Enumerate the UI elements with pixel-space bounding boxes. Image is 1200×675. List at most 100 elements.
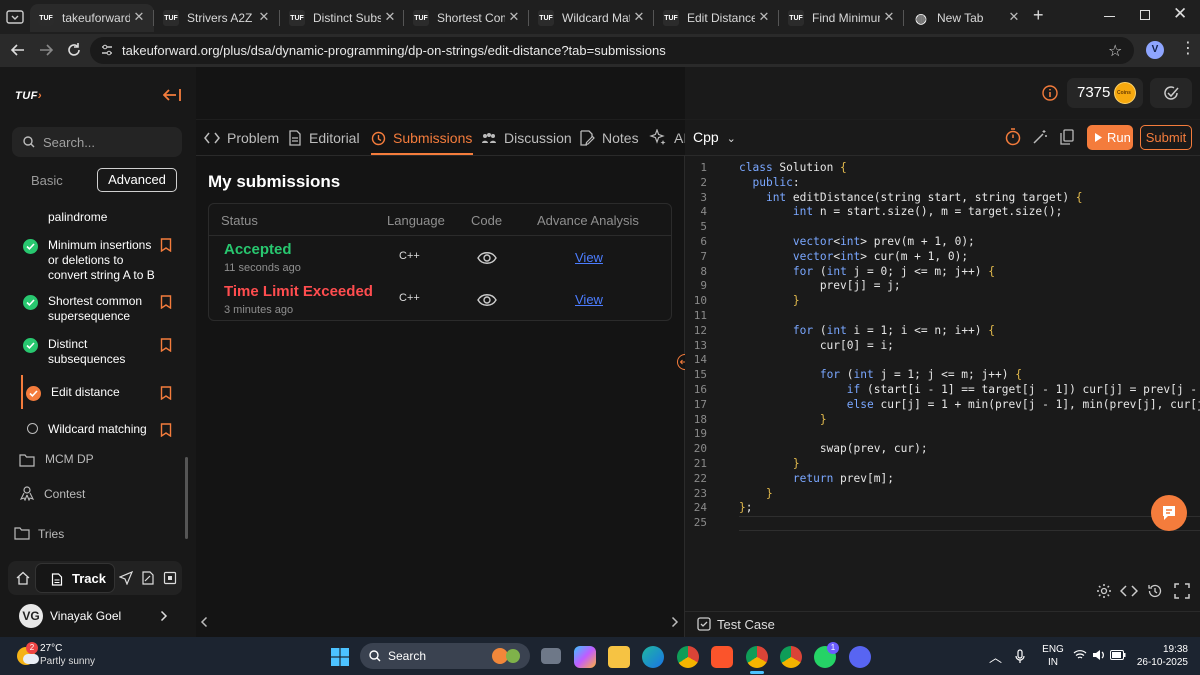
task-view-icon[interactable]	[541, 648, 561, 664]
sidebar-search-box[interactable]: Search...	[12, 127, 182, 157]
code-line[interactable]: vector<int> cur(m + 1, 0);	[739, 250, 968, 265]
code-line[interactable]: }	[739, 413, 827, 428]
magic-wand-icon[interactable]	[1032, 129, 1048, 145]
submit-button[interactable]: Submit	[1140, 125, 1192, 150]
settings-gear-icon[interactable]	[1096, 583, 1112, 599]
code-line[interactable]: class Solution {	[739, 161, 847, 176]
code-line[interactable]: for (int j = 0; j <= m; j++) {	[739, 265, 995, 280]
copilot-icon[interactable]	[574, 646, 596, 668]
bookmark-icon[interactable]	[160, 386, 172, 400]
code-format-icon[interactable]	[1120, 585, 1138, 597]
code-line[interactable]: public:	[739, 176, 799, 191]
minimize-button[interactable]	[1104, 16, 1115, 17]
tab-submissions[interactable]: Submissions	[371, 127, 472, 149]
timer-icon[interactable]	[1005, 128, 1021, 146]
bookmark-icon[interactable]	[160, 338, 172, 352]
view-analysis-link[interactable]: View	[575, 250, 603, 265]
browser-tab[interactable]: TUF Distinct Subseque✕	[281, 4, 405, 32]
copy-icon[interactable]	[1060, 129, 1074, 145]
browser-tab[interactable]: TUF Strivers A2Z DSA✕	[155, 4, 279, 32]
sidebar-item-wildcard-matching[interactable]: Wildcard matching	[48, 422, 158, 437]
user-avatar[interactable]: VG	[19, 604, 43, 628]
forward-icon[interactable]	[38, 42, 54, 58]
chrome-profile-icon[interactable]	[746, 646, 768, 668]
language-select[interactable]: Cpp ⌄	[693, 129, 736, 145]
user-name[interactable]: Vinayak Goel	[50, 609, 121, 623]
chevron-right-icon[interactable]	[160, 610, 168, 622]
address-bar[interactable]: takeuforward.org/plus/dsa/dynamic-progra…	[90, 37, 1134, 64]
wifi-icon[interactable]	[1073, 649, 1087, 661]
bookmark-icon[interactable]	[160, 295, 172, 309]
code-line[interactable]: if (start[i - 1] == target[j - 1]) cur[j…	[739, 383, 1200, 398]
brave-icon[interactable]	[711, 646, 733, 668]
close-tab-icon[interactable]: ✕	[1007, 10, 1021, 24]
browser-tab[interactable]: TUF Shortest Commo✕	[405, 4, 529, 32]
tab-ai[interactable]: AI	[649, 127, 687, 149]
fullscreen-icon[interactable]	[1174, 583, 1190, 599]
close-tab-icon[interactable]: ✕	[257, 10, 271, 24]
weather-widget[interactable]: 2 27°C Partly sunny	[14, 642, 124, 671]
code-line[interactable]: for (int j = 1; j <= m; j++) {	[739, 368, 1022, 383]
file-explorer-icon[interactable]	[608, 646, 630, 668]
browser-tab[interactable]: TUF takeuforward - B✕	[30, 4, 154, 32]
code-line[interactable]: vector<int> prev(m + 1, 0);	[739, 235, 975, 250]
tray-chevron-icon[interactable]: ︿	[989, 647, 1002, 666]
sidebar-item-min-insertions[interactable]: Minimum insertions or deletions to conve…	[48, 238, 158, 283]
clock[interactable]: 19:38 26-10-2025	[1128, 643, 1188, 669]
test-case-tab[interactable]: Test Case	[717, 617, 775, 632]
notes-icon[interactable]	[141, 571, 155, 585]
back-icon[interactable]	[10, 42, 26, 58]
run-button[interactable]: Run	[1087, 125, 1133, 150]
bookmark-icon[interactable]	[160, 238, 172, 252]
code-line[interactable]: cur[0] = i;	[739, 339, 894, 354]
mode-advanced-tab[interactable]: Advanced	[97, 168, 177, 192]
bookmark-icon[interactable]	[160, 423, 172, 437]
view-analysis-link[interactable]: View	[575, 292, 603, 307]
table-row[interactable]: Time Limit Exceeded 3 minutes ago C++ Vi…	[209, 278, 671, 320]
code-line[interactable]: swap(prev, cur);	[739, 442, 928, 457]
track-button[interactable]: Track	[35, 563, 115, 593]
volume-icon[interactable]	[1092, 649, 1106, 661]
history-icon[interactable]	[1147, 583, 1163, 599]
close-tab-icon[interactable]: ✕	[132, 10, 146, 24]
site-info-icon[interactable]	[100, 43, 114, 57]
code-line[interactable]: int n = start.size(), m = target.size();	[739, 205, 1062, 220]
status-accepted[interactable]: Accepted	[224, 241, 292, 258]
section-mcm-dp[interactable]: MCM DP	[45, 452, 94, 466]
edge-icon[interactable]	[642, 646, 664, 668]
browser-menu-icon[interactable]: ⋮	[1180, 41, 1196, 57]
code-line[interactable]: };	[739, 501, 753, 516]
input-language[interactable]: ENG IN	[1039, 643, 1067, 669]
tab-problem[interactable]: Problem	[204, 127, 279, 149]
tab-editorial[interactable]: Editorial	[288, 127, 360, 149]
table-row[interactable]: Accepted 11 seconds ago C++ View	[209, 236, 671, 278]
sheet-icon[interactable]	[163, 571, 177, 585]
tab-notes[interactable]: Notes	[579, 127, 639, 149]
scroll-left-icon[interactable]	[200, 616, 208, 628]
discord-icon[interactable]	[849, 646, 871, 668]
close-tab-icon[interactable]: ✕	[882, 10, 896, 24]
close-tab-icon[interactable]: ✕	[757, 10, 771, 24]
mode-basic-tab[interactable]: Basic	[31, 173, 63, 188]
profile-avatar[interactable]: V	[1146, 41, 1164, 59]
tab-discussion[interactable]: Discussion	[481, 127, 572, 149]
home-icon[interactable]	[16, 571, 30, 585]
sidebar-item-palindrome[interactable]: palindrome	[48, 210, 156, 225]
close-tab-icon[interactable]: ✕	[632, 10, 646, 24]
sidebar-item-distinct-subsequences[interactable]: Distinct subsequences	[48, 337, 148, 367]
sidebar-item-edit-distance[interactable]: Edit distance	[51, 385, 151, 400]
sidebar-scrollbar[interactable]	[185, 457, 188, 539]
status-tle[interactable]: Time Limit Exceeded	[224, 283, 373, 300]
url-text[interactable]: takeuforward.org/plus/dsa/dynamic-progra…	[122, 43, 666, 58]
code-line[interactable]: int editDistance(string start, string ta…	[739, 191, 1083, 206]
tab-search-icon[interactable]	[6, 8, 24, 26]
bookmark-star-icon[interactable]: ☆	[1108, 41, 1122, 61]
code-area[interactable]: class Solution { public: int editDistanc…	[739, 161, 1200, 531]
eye-icon[interactable]	[477, 251, 497, 265]
taskbar-search[interactable]: Search	[360, 643, 530, 669]
sidebar-item-shortest-common-supersequence[interactable]: Shortest common supersequence	[48, 294, 156, 324]
scroll-right-icon[interactable]	[671, 616, 679, 628]
code-line[interactable]: }	[739, 294, 800, 309]
info-icon[interactable]	[1042, 85, 1058, 101]
restore-button[interactable]	[1140, 10, 1150, 20]
